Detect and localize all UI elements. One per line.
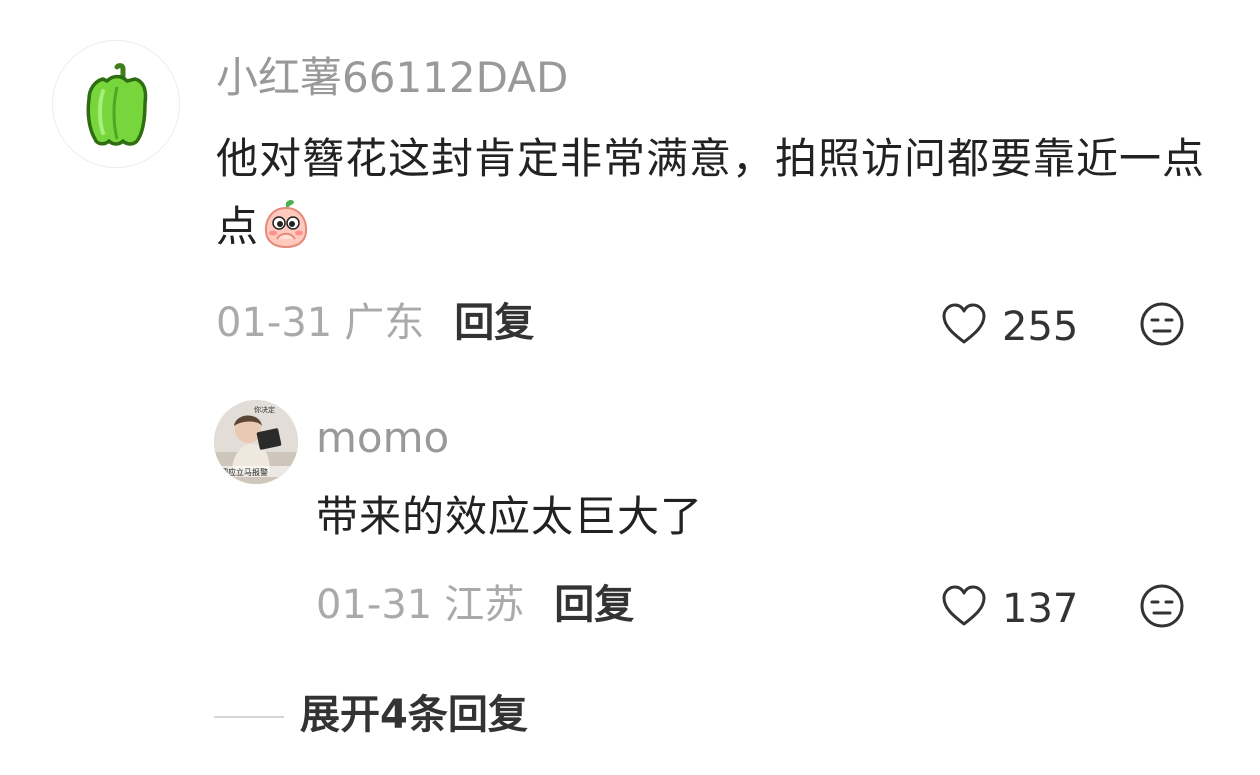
expand-divider [214, 716, 284, 718]
sticker-text-bottom: 吧应立马报警 [220, 467, 268, 477]
sticker-avatar-image: 你决定 吧应立马报警 [214, 400, 298, 484]
reply-content: 带来的效应太巨大了 [316, 492, 704, 541]
reply-user-avatar[interactable]: 你决定 吧应立马报警 [214, 400, 298, 484]
comment-location: 广东 [344, 300, 425, 346]
comment-item: 小红薯66112DAD 他对簪花这封肯定非常满意，拍照访问都要靠近一点点 01-… [0, 0, 1260, 380]
comment-username[interactable]: 小红薯66112DAD [216, 57, 568, 99]
comment-meta: 01-31 广东 回复 [216, 303, 534, 343]
green-pepper-icon [86, 63, 148, 146]
comment-content: 他对簪花这封肯定非常满意，拍照访问都要靠近一点点 [216, 125, 1216, 269]
reply-dislike-button[interactable] [1138, 582, 1186, 634]
user-avatar[interactable] [52, 40, 180, 168]
reply-date: 01-31 [316, 582, 433, 628]
sticker-text-top: 你决定 [254, 405, 275, 414]
reply-reply-button[interactable]: 回复 [554, 582, 634, 628]
meh-face-icon [1140, 584, 1184, 628]
expand-replies-button[interactable]: 展开4条回复 [300, 695, 528, 735]
reply-username[interactable]: momo [316, 417, 449, 459]
reply-button[interactable]: 回复 [454, 300, 534, 346]
reply-like-count: 137 [1002, 586, 1079, 632]
reply-location: 江苏 [444, 582, 525, 628]
like-button[interactable]: 255 [940, 302, 1078, 353]
like-count: 255 [1002, 304, 1079, 350]
dislike-button[interactable] [1138, 300, 1186, 352]
reply-meta: 01-31 江苏 回复 [316, 585, 634, 625]
comment-text: 他对簪花这封肯定非常满意，拍照访问都要靠近一点点 [216, 134, 1206, 251]
shy-peach-emoji [261, 199, 311, 269]
heart-outline-icon [940, 302, 988, 353]
heart-outline-icon [940, 584, 988, 635]
meh-face-icon [1140, 302, 1184, 346]
comment-date: 01-31 [216, 300, 333, 346]
reply-like-button[interactable]: 137 [940, 584, 1078, 635]
